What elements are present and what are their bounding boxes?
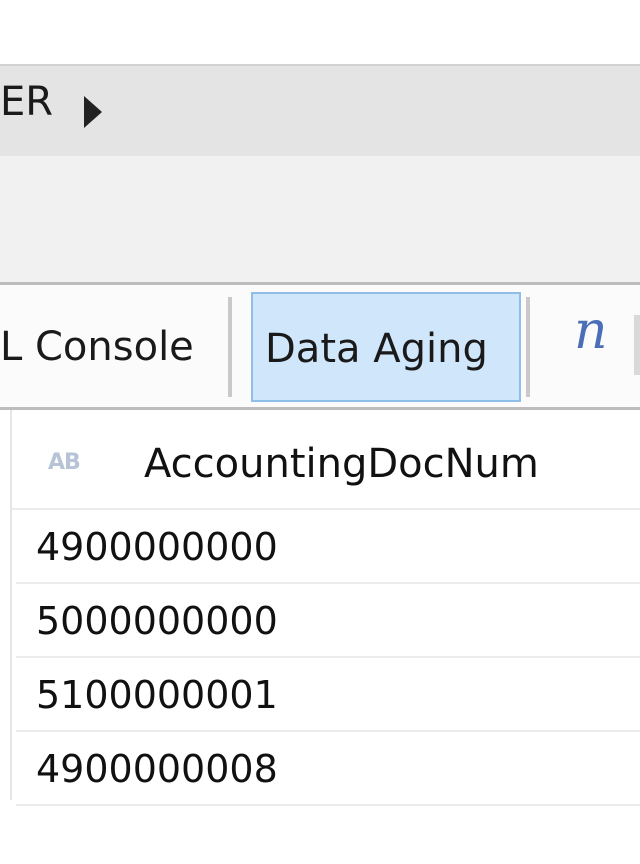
row-header-column: [0, 410, 12, 800]
next-toolbar-item-partial: [634, 315, 640, 375]
table-cell: 4900000008: [36, 747, 278, 791]
column-header[interactable]: AB AccountingDocNum: [12, 410, 640, 510]
toolbar: L Console Data Aging n: [0, 282, 640, 410]
table-row[interactable]: 4900000000: [16, 510, 640, 584]
column-header-label: AccountingDocNum: [144, 441, 539, 487]
table-row[interactable]: 5100000001: [16, 658, 640, 732]
results-grid: AB AccountingDocNum 4900000000 500000000…: [0, 410, 640, 810]
table-cell: 5100000001: [36, 673, 278, 717]
chevron-right-icon[interactable]: [84, 96, 102, 128]
toolbar-spacer: [0, 156, 640, 282]
table-cell: 5000000000: [36, 599, 278, 643]
table-row[interactable]: 5000000000: [16, 584, 640, 658]
breadcrumb-item[interactable]: ER: [0, 82, 53, 122]
data-aging-label: Data Aging: [265, 326, 488, 372]
top-strip: [0, 0, 640, 64]
table-row[interactable]: 4900000008: [16, 732, 640, 806]
page: ER L Console Data Aging n AB AccountingD…: [0, 0, 640, 864]
toolbar-separator: [228, 297, 232, 397]
n-function-icon[interactable]: n: [574, 305, 608, 357]
text-type-icon: AB: [48, 450, 81, 475]
toolbar-separator: [526, 297, 530, 397]
table-cell: 4900000000: [36, 525, 278, 569]
data-aging-button[interactable]: Data Aging: [251, 292, 521, 402]
sql-console-button[interactable]: L Console: [0, 321, 194, 373]
